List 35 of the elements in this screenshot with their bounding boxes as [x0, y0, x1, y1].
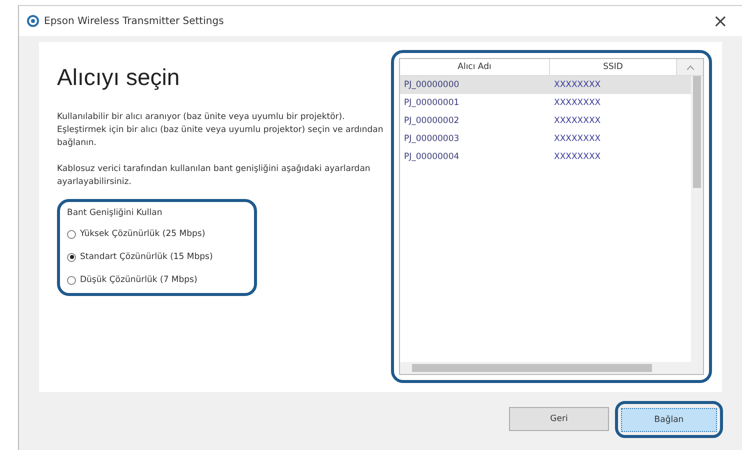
radio-option[interactable]: Standart Çözünürlük (15 Mbps) — [67, 252, 247, 262]
table-cell-text: XXXXXXXX — [553, 80, 601, 90]
window-title: Epson Wireless Transmitter Settings — [44, 16, 224, 26]
connect-button[interactable]: Bağlan — [621, 408, 717, 432]
table-cell-text: XXXXXXXX — [553, 116, 601, 126]
table-cell-text: XXXXXXXX — [553, 134, 601, 144]
table-row[interactable]: PJ_00000004 XXXXXXXX — [400, 148, 691, 166]
radio-icon[interactable] — [67, 276, 76, 284]
table-cell-text: PJ_00000003 — [403, 134, 460, 144]
table-row[interactable]: PJ_00000000 XXXXXXXX — [400, 76, 691, 94]
table-row[interactable]: PJ_00000001 XXXXXXXX — [400, 94, 691, 112]
radio-icon[interactable] — [67, 230, 76, 238]
table-cell-text: PJ_00000001 — [403, 98, 460, 108]
table-cell-text: PJ_00000004 — [403, 152, 460, 162]
scroll-up-icon[interactable] — [686, 64, 694, 70]
radio-icon[interactable] — [67, 252, 76, 262]
column-header[interactable]: Alıcı Adı — [400, 59, 550, 75]
table-cell-text: XXXXXXXX — [553, 152, 601, 162]
description-text: Eşleştirmek için bir alıcı (baz ünite veya uyumlu projektor) seçin ve ardından bağlanın. — [57, 124, 384, 150]
table-cell-text: PJ_00000002 — [403, 116, 460, 126]
app-icon — [27, 15, 39, 27]
group-label: Bant Genişliğini Kullan — [67, 208, 164, 218]
page-heading: Alıcıyı seçin — [57, 64, 181, 91]
radio-option[interactable]: Yüksek Çözünürlük (25 Mbps) — [67, 229, 247, 239]
radio-option[interactable]: Düşük Çözünürlük (7 Mbps) — [67, 275, 247, 285]
close-button[interactable]: × — [712, 10, 734, 32]
vertical-scrollbar[interactable] — [691, 76, 703, 362]
table-row[interactable]: PJ_00000002 XXXXXXXX — [400, 112, 691, 130]
description-text: Kullanılabilir bir alıcı aranıyor (baz ünite veya uyumlu bir projektör). — [57, 111, 346, 124]
description-text: Kablosuz verici tarafından kullanılan bant genişliğini aşağıdaki ayarlardan ayarlayabilirsiniz. — [57, 163, 372, 189]
back-button[interactable]: Geri — [509, 407, 609, 431]
table-cell-text: PJ_00000000 — [403, 80, 460, 90]
horizontal-scrollbar[interactable] — [400, 362, 703, 374]
table-row[interactable]: PJ_00000003 XXXXXXXX — [400, 130, 691, 148]
table-cell-text: XXXXXXXX — [553, 98, 601, 108]
